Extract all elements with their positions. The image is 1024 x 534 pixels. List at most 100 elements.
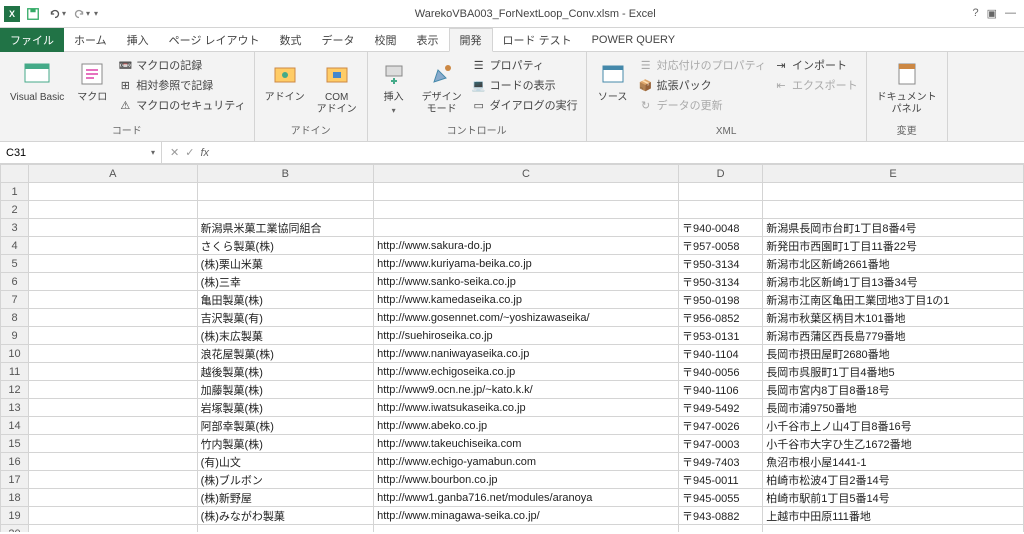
tab-developer[interactable]: 開発 — [449, 28, 493, 52]
tab-view[interactable]: 表示 — [407, 28, 449, 52]
cell[interactable]: 〒950-0198 — [678, 291, 762, 309]
cell[interactable] — [763, 183, 1024, 201]
fx-icon[interactable]: fx — [200, 147, 209, 159]
cell[interactable]: 亀田製菓(株) — [197, 291, 374, 309]
row-header-20[interactable]: 20 — [1, 525, 29, 533]
map-properties-button[interactable]: ☰対応付けのプロパティ — [637, 56, 768, 74]
tab-pagelayout[interactable]: ページ レイアウト — [159, 28, 270, 52]
macros-button[interactable]: マクロ — [72, 56, 112, 106]
worksheet-grid[interactable]: ABCDE123新潟県米菓工業協同組合〒940-0048新潟県長岡市台町1丁目8… — [0, 164, 1024, 532]
cell[interactable]: 〒947-0026 — [678, 417, 762, 435]
cell[interactable]: 加藤製菓(株) — [197, 381, 374, 399]
cell[interactable] — [29, 399, 197, 417]
cell[interactable]: 長岡市宮内8丁目8番18号 — [763, 381, 1024, 399]
cell[interactable] — [763, 525, 1024, 533]
cell[interactable]: 新潟県米菓工業協同組合 — [197, 219, 374, 237]
cell[interactable]: (株)三幸 — [197, 273, 374, 291]
cell[interactable] — [374, 219, 679, 237]
cell[interactable]: 新潟県長岡市台町1丁目8番4号 — [763, 219, 1024, 237]
minimize-button[interactable]: — — [1005, 7, 1016, 20]
row-header-10[interactable]: 10 — [1, 345, 29, 363]
cell[interactable]: http://www.gosennet.com/~yoshizawaseika/ — [374, 309, 679, 327]
cell[interactable] — [29, 219, 197, 237]
row-header-6[interactable]: 6 — [1, 273, 29, 291]
cell[interactable]: http://www9.ocn.ne.jp/~kato.k.k/ — [374, 381, 679, 399]
cell[interactable]: 〒953-0131 — [678, 327, 762, 345]
cell[interactable]: 〒947-0003 — [678, 435, 762, 453]
row-header-12[interactable]: 12 — [1, 381, 29, 399]
column-header-E[interactable]: E — [763, 165, 1024, 183]
cell[interactable]: 長岡市呉服町1丁目4番地5 — [763, 363, 1024, 381]
cell[interactable]: 〒945-0011 — [678, 471, 762, 489]
tab-loadtest[interactable]: ロード テスト — [493, 28, 582, 52]
properties-button[interactable]: ☰プロパティ — [470, 56, 580, 74]
cell[interactable]: 〒940-1106 — [678, 381, 762, 399]
design-mode-button[interactable]: デザイン モード — [418, 56, 466, 118]
cell[interactable] — [29, 237, 197, 255]
cell[interactable]: 上越市中田原111番地 — [763, 507, 1024, 525]
cell[interactable]: 越後製菓(株) — [197, 363, 374, 381]
relative-ref-button[interactable]: ⊞相対参照で記録 — [116, 76, 247, 94]
expansion-pack-button[interactable]: 📦拡張パック — [637, 76, 768, 94]
cell[interactable]: http://www.echigo-yamabun.com — [374, 453, 679, 471]
cell[interactable] — [763, 201, 1024, 219]
select-all-corner[interactable] — [1, 165, 29, 183]
cell[interactable]: http://www.sakura-do.jp — [374, 237, 679, 255]
cell[interactable] — [197, 525, 374, 533]
cell[interactable]: http://www.kamedaseika.co.jp — [374, 291, 679, 309]
cell[interactable]: 〒949-7403 — [678, 453, 762, 471]
run-dialog-button[interactable]: ▭ダイアログの実行 — [470, 96, 580, 114]
cell[interactable]: 〒945-0055 — [678, 489, 762, 507]
cell[interactable]: 新潟市西蒲区西長島779番地 — [763, 327, 1024, 345]
cell[interactable]: 〒956-0852 — [678, 309, 762, 327]
cell[interactable]: http://suehiroseika.co.jp — [374, 327, 679, 345]
enter-icon[interactable]: ✓ — [185, 146, 194, 159]
tab-review[interactable]: 校閲 — [365, 28, 407, 52]
row-header-16[interactable]: 16 — [1, 453, 29, 471]
cell[interactable] — [374, 201, 679, 219]
cell[interactable] — [29, 453, 197, 471]
cell[interactable]: 吉沢製菓(有) — [197, 309, 374, 327]
cell[interactable]: 〒940-0048 — [678, 219, 762, 237]
row-header-15[interactable]: 15 — [1, 435, 29, 453]
cell[interactable]: 長岡市摂田屋町2680番地 — [763, 345, 1024, 363]
cell[interactable] — [29, 435, 197, 453]
row-header-2[interactable]: 2 — [1, 201, 29, 219]
cell[interactable] — [29, 471, 197, 489]
cell[interactable]: 〒940-1104 — [678, 345, 762, 363]
cell[interactable] — [197, 183, 374, 201]
cell[interactable]: (株)末広製菓 — [197, 327, 374, 345]
cell[interactable]: 〒940-0056 — [678, 363, 762, 381]
cell[interactable]: 柏崎市松波4丁目2番14号 — [763, 471, 1024, 489]
export-button[interactable]: ⇤エクスポート — [772, 76, 860, 94]
row-header-5[interactable]: 5 — [1, 255, 29, 273]
column-header-C[interactable]: C — [374, 165, 679, 183]
cell[interactable] — [29, 381, 197, 399]
redo-button[interactable]: ▾ — [70, 3, 92, 25]
cell[interactable] — [29, 489, 197, 507]
row-header-18[interactable]: 18 — [1, 489, 29, 507]
addins-button[interactable]: アドイン — [261, 56, 309, 106]
macro-security-button[interactable]: ⚠マクロのセキュリティ — [116, 96, 247, 114]
cell[interactable]: 小千谷市上ノ山4丁目8番16号 — [763, 417, 1024, 435]
cell[interactable] — [29, 291, 197, 309]
row-header-8[interactable]: 8 — [1, 309, 29, 327]
cell[interactable]: 小千谷市大字ひ生乙1672番地 — [763, 435, 1024, 453]
cell[interactable]: http://www.naniwayaseika.co.jp — [374, 345, 679, 363]
cell[interactable]: http://www.sanko-seika.co.jp — [374, 273, 679, 291]
row-header-14[interactable]: 14 — [1, 417, 29, 435]
cell[interactable]: http://www.iwatsukaseika.co.jp — [374, 399, 679, 417]
cell[interactable]: http://www.echigoseika.co.jp — [374, 363, 679, 381]
tab-powerquery[interactable]: POWER QUERY — [582, 28, 686, 52]
cell[interactable] — [678, 201, 762, 219]
cell[interactable]: 新発田市西園町1丁目11番22号 — [763, 237, 1024, 255]
cell[interactable]: (株)新野屋 — [197, 489, 374, 507]
cell[interactable] — [29, 255, 197, 273]
row-header-1[interactable]: 1 — [1, 183, 29, 201]
name-box-input[interactable] — [6, 147, 106, 159]
insert-control-button[interactable]: 挿入▾ — [374, 56, 414, 117]
tab-home[interactable]: ホーム — [64, 28, 117, 52]
cell[interactable]: http://www.kuriyama-beika.co.jp — [374, 255, 679, 273]
cell[interactable] — [678, 525, 762, 533]
cell[interactable]: 新潟市北区新崎2661番地 — [763, 255, 1024, 273]
